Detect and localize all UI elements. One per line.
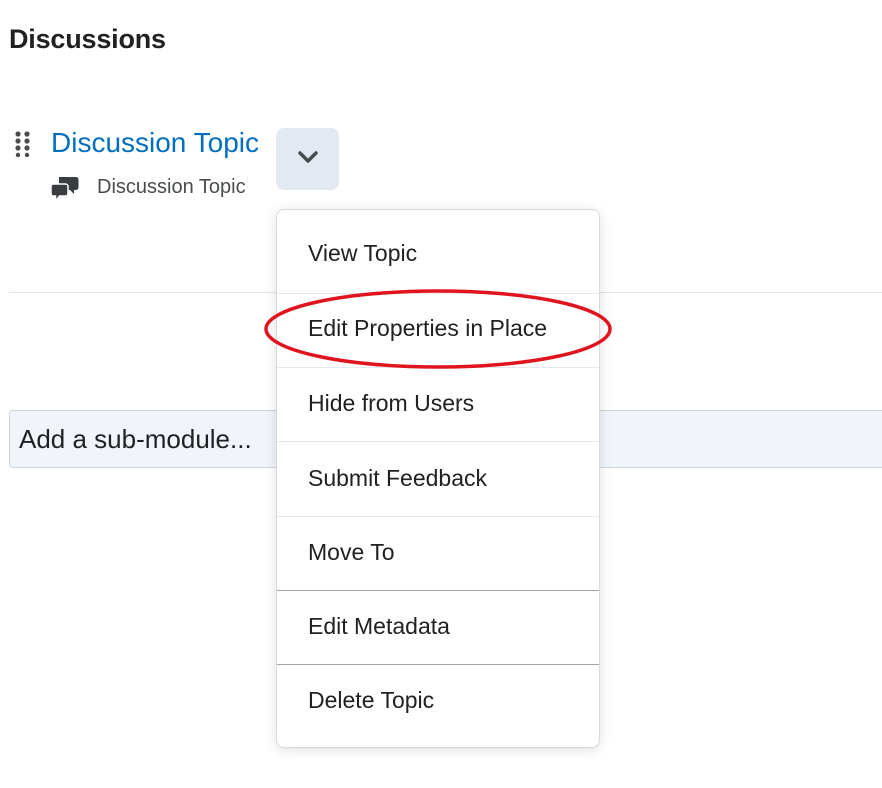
- menu-separator: [277, 441, 599, 442]
- menu-item-hide-from-users[interactable]: Hide from Users: [277, 390, 599, 417]
- topic-actions-menu: View Topic Edit Properties in Place Hide…: [276, 209, 600, 748]
- menu-item-view-topic[interactable]: View Topic: [277, 240, 599, 267]
- page-title: Discussions: [9, 24, 166, 54]
- menu-item-edit-metadata[interactable]: Edit Metadata: [277, 613, 599, 640]
- discussion-bubbles-icon: [50, 174, 80, 204]
- drag-handle-icon[interactable]: [15, 131, 31, 158]
- chevron-down-icon: [296, 149, 320, 170]
- topic-title-link[interactable]: Discussion Topic: [51, 127, 259, 159]
- menu-separator: [277, 367, 599, 368]
- topic-actions-button[interactable]: [276, 128, 339, 190]
- menu-item-move-to[interactable]: Move To: [277, 539, 599, 566]
- topic-type-label: Discussion Topic: [97, 176, 246, 198]
- menu-separator: [277, 293, 599, 294]
- menu-item-edit-properties-in-place[interactable]: Edit Properties in Place: [277, 315, 599, 342]
- add-submodule-placeholder: Add a sub-module...: [19, 424, 252, 454]
- menu-item-delete-topic[interactable]: Delete Topic: [277, 687, 599, 714]
- menu-separator: [277, 664, 599, 665]
- menu-separator: [277, 590, 599, 591]
- menu-separator: [277, 516, 599, 517]
- menu-item-submit-feedback[interactable]: Submit Feedback: [277, 465, 599, 492]
